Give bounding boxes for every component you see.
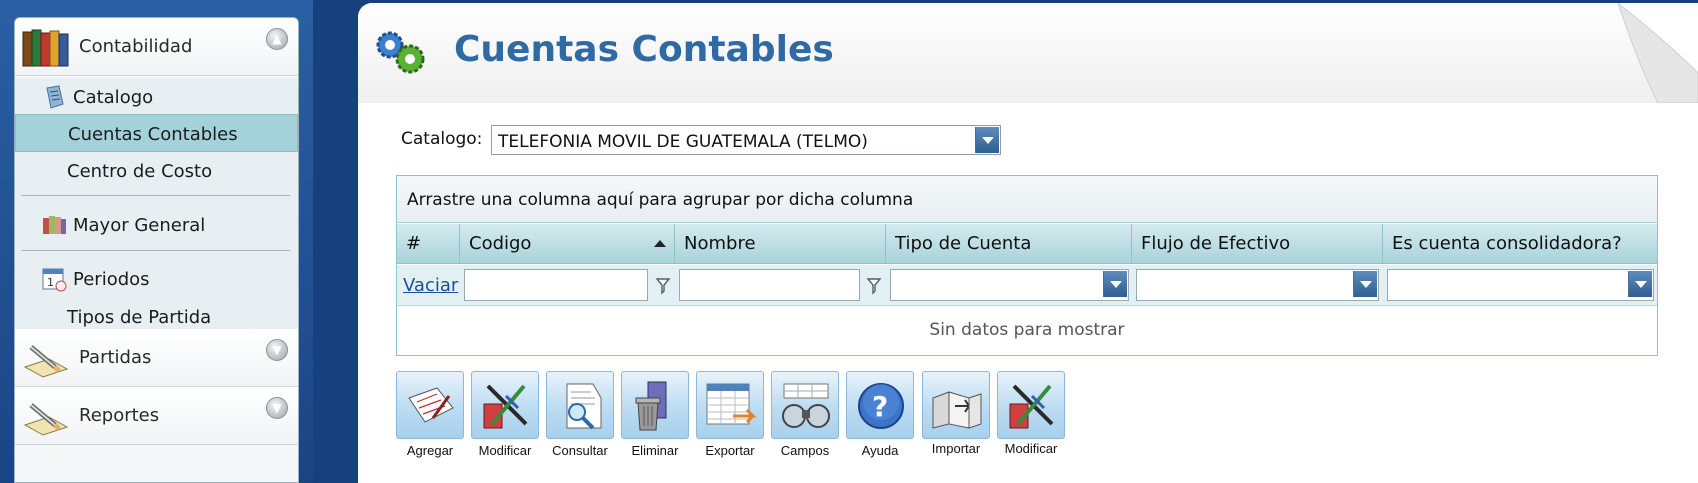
column-header-es-cuenta-consolidadora[interactable]: Es cuenta consolidadora?: [1383, 224, 1657, 264]
page-header: Cuentas Contables: [358, 3, 1698, 103]
sidebar-item-label: Tipos de Partida: [67, 307, 212, 328]
button-label: Modificar: [1004, 441, 1058, 456]
import-icon: [932, 391, 982, 429]
add-document-icon: [408, 387, 454, 423]
filter-flujo-de-efectivo-dropdown[interactable]: [1136, 269, 1379, 301]
page-title: Cuentas Contables: [454, 29, 834, 70]
ayuda-button[interactable]: ? Ayuda: [846, 371, 914, 461]
catalog-dropdown[interactable]: TELEFONIA MOVIL DE GUATEMALA (TELMO): [491, 125, 1001, 155]
catalog-icon: [46, 85, 64, 109]
modificar-button-2[interactable]: Modificar: [997, 371, 1065, 461]
sidebar-item-label: Cuentas Contables: [68, 124, 238, 145]
column-header-flujo-de-efectivo[interactable]: Flujo de Efectivo: [1132, 224, 1383, 264]
column-header-number[interactable]: #: [397, 224, 460, 264]
expand-icon[interactable]: ▼: [266, 397, 288, 419]
svg-text:?: ?: [872, 390, 888, 423]
clear-filters-link[interactable]: Vaciar: [403, 275, 458, 296]
button-label: Ayuda: [861, 443, 899, 458]
sidebar-item-label: Catalogo: [73, 87, 154, 108]
filter-es-cuenta-consolidadora-dropdown[interactable]: [1387, 269, 1654, 301]
sort-ascending-icon: [654, 240, 666, 247]
campos-button[interactable]: Campos: [771, 371, 839, 461]
filter-row: Vaciar: [397, 265, 1657, 306]
group-label: Partidas: [79, 347, 152, 368]
sidebar-item-mayor-general[interactable]: Mayor General: [15, 206, 298, 244]
sidebar-item-centro-de-costo[interactable]: Centro de Costo: [15, 152, 298, 190]
binoculars-icon: [782, 383, 830, 428]
page-curl-decoration: [1618, 3, 1698, 103]
catalog-selected-value: TELEFONIA MOVIL DE GUATEMALA (TELMO): [498, 132, 868, 152]
agregar-button[interactable]: Agregar: [396, 371, 464, 461]
group-partidas[interactable]: Partidas ▼: [15, 329, 298, 387]
chevron-down-icon[interactable]: [975, 127, 999, 153]
sidebar-item-label: Centro de Costo: [67, 161, 213, 182]
column-header-nombre[interactable]: Nombre: [675, 224, 886, 264]
consultar-button[interactable]: Consultar: [546, 371, 614, 461]
svg-text:1: 1: [47, 276, 54, 289]
chevron-down-icon[interactable]: [1628, 271, 1652, 297]
collapse-icon[interactable]: ▲: [266, 28, 288, 50]
group-label: Contabilidad: [79, 36, 193, 57]
sidebar-item-label: Mayor General: [73, 215, 206, 236]
exportar-button[interactable]: Exportar: [696, 371, 764, 461]
chevron-down-icon[interactable]: [1103, 271, 1127, 297]
modificar-button[interactable]: Modificar: [471, 371, 539, 461]
sidebar: Contabilidad ▲ Catalogo Cuentas Contable…: [0, 0, 313, 483]
chevron-down-icon[interactable]: [1353, 271, 1377, 297]
group-by-panel[interactable]: Arrastre una columna aquí para agrupar p…: [397, 176, 1657, 223]
ledger-icon: [43, 216, 66, 234]
main-panel: Cuentas Contables Catalogo: TELEFONIA MO…: [358, 3, 1698, 483]
spreadsheet-export-icon: [706, 383, 757, 425]
gears-icon: [376, 31, 425, 74]
column-header-row: # Codigo Nombre Tipo de Cuenta Flujo de …: [397, 224, 1657, 264]
navigation-panel: Contabilidad ▲ Catalogo Cuentas Contable…: [14, 17, 299, 483]
books-icon: [22, 29, 69, 67]
divider: [21, 250, 290, 251]
sidebar-item-label: Periodos: [73, 269, 150, 290]
magnifier-document-icon: [566, 383, 602, 430]
sidebar-item-catalogo[interactable]: Catalogo: [15, 78, 298, 116]
expand-icon[interactable]: ▼: [266, 339, 288, 361]
action-toolbar: Agregar Modificar Consultar Eliminar Exp…: [396, 371, 1096, 471]
filter-nombre-input[interactable]: [679, 269, 860, 301]
edit-tools-icon: [483, 384, 528, 429]
sidebar-item-cuentas-contables[interactable]: Cuentas Contables: [15, 114, 298, 152]
accounts-grid: Arrastre una columna aquí para agrupar p…: [396, 175, 1658, 356]
sidebar-item-periodos[interactable]: 1 Periodos: [15, 260, 298, 298]
filter-codigo-input[interactable]: [464, 269, 648, 301]
group-contabilidad[interactable]: Contabilidad ▲: [15, 18, 298, 76]
divider: [21, 195, 290, 196]
filter-icon[interactable]: [655, 277, 671, 295]
pencil-paper-icon: [23, 345, 69, 378]
filter-tipo-de-cuenta-dropdown[interactable]: [890, 269, 1129, 301]
group-by-hint: Arrastre una columna aquí para agrupar p…: [407, 190, 914, 210]
column-header-codigo[interactable]: Codigo: [460, 224, 675, 264]
catalog-label: Catalogo:: [401, 129, 483, 149]
trash-icon: [635, 381, 667, 431]
calendar-icon: 1: [42, 268, 67, 292]
help-icon: ?: [858, 383, 904, 429]
group-label: Reportes: [79, 405, 160, 426]
edit-tools-icon: [1009, 384, 1054, 429]
eliminar-button[interactable]: Eliminar: [621, 371, 689, 461]
column-header-tipo-de-cuenta[interactable]: Tipo de Cuenta: [886, 224, 1132, 264]
importar-button[interactable]: Importar: [922, 371, 990, 461]
empty-message: Sin datos para mostrar: [929, 320, 1125, 340]
filter-icon[interactable]: [866, 277, 882, 295]
pencil-paper-icon: [23, 403, 69, 436]
group-reportes[interactable]: Reportes ▼: [15, 387, 298, 445]
